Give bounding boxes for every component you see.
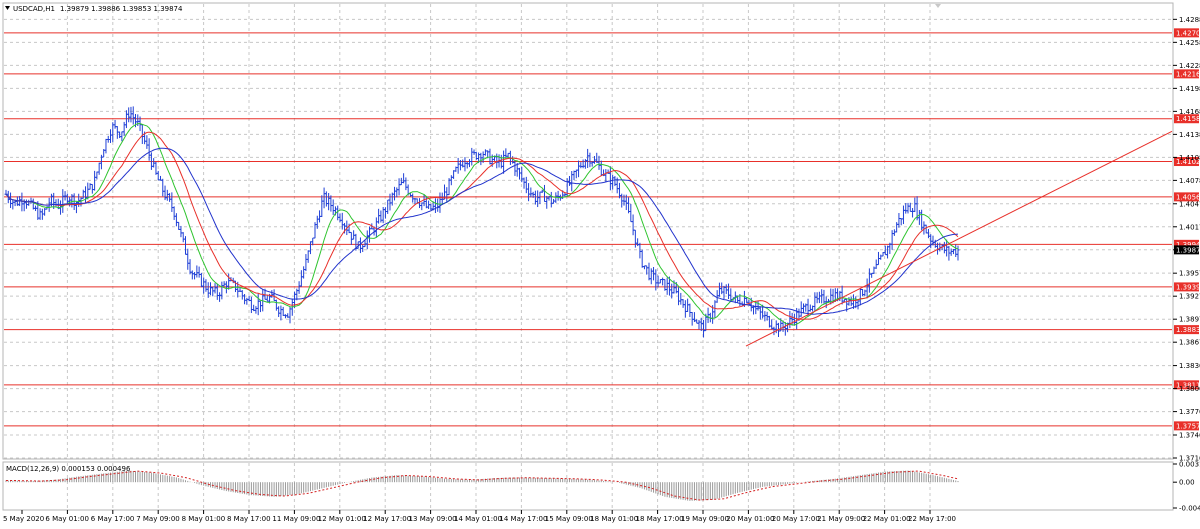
macd-tick-label: -0.00441 — [1179, 505, 1200, 513]
time-tick-label: 15 May 09:00 — [545, 515, 593, 523]
price-tick-label: 1.42880 — [1179, 16, 1200, 24]
chart-background — [0, 0, 1200, 527]
price-tick-label: 1.41380 — [1179, 131, 1200, 139]
chart-header: USDCAD,H1 1.39879 1.39886 1.39853 1.3987… — [5, 5, 183, 13]
time-tick-label: 21 May 09:00 — [817, 515, 865, 523]
time-tick-label: 14 May 01:00 — [454, 515, 502, 523]
level-label: 1.38834 — [1176, 326, 1200, 334]
price-tick-label: 1.41680 — [1179, 108, 1200, 116]
price-tick-label: 1.37765 — [1179, 408, 1200, 416]
price-tick-label: 1.40475 — [1179, 200, 1200, 208]
symbol-label: USDCAD,H1 — [13, 5, 55, 13]
level-label: 1.42169 — [1176, 70, 1200, 78]
time-tick-label: 20 May 01:00 — [726, 515, 774, 523]
price-tick-label: 1.38670 — [1179, 339, 1200, 347]
price-tick-label: 1.42280 — [1179, 62, 1200, 70]
time-tick-label: 12 May 17:00 — [363, 515, 411, 523]
macd-tick-label: 0.003107 — [1179, 461, 1200, 469]
price-tick-label: 1.37460 — [1179, 431, 1200, 439]
price-tick-label: 1.40780 — [1179, 177, 1200, 185]
level-label: 1.41584 — [1176, 115, 1200, 123]
time-tick-label: 6 May 01:00 — [45, 515, 89, 523]
time-tick-label: 8 May 17:00 — [227, 515, 271, 523]
price-tick-label: 1.41980 — [1179, 85, 1200, 93]
price-chart[interactable]: 1.427041.421691.415841.410261.405651.399… — [0, 0, 1200, 527]
price-tick-label: 1.40175 — [1179, 223, 1200, 231]
current-price-label: 1.39874 — [1176, 246, 1200, 254]
time-tick-label: 20 May 17:00 — [772, 515, 820, 523]
time-tick-label: 6 May 17:00 — [91, 515, 135, 523]
time-tick-label: 18 May 01:00 — [590, 515, 638, 523]
time-tick-label: 8 May 01:00 — [182, 515, 226, 523]
time-tick-label: 12 May 01:00 — [318, 515, 366, 523]
time-tick-label: 13 May 09:00 — [409, 515, 457, 523]
price-tick-label: 1.41080 — [1179, 154, 1200, 162]
time-tick-label: 5 May 2020 — [3, 515, 44, 523]
time-tick-label: 7 May 09:00 — [136, 515, 180, 523]
level-label: 1.37579 — [1176, 422, 1200, 430]
chart-window[interactable]: 1.427041.421691.415841.410261.405651.399… — [0, 0, 1200, 527]
time-tick-label: 22 May 01:00 — [863, 515, 911, 523]
time-tick-label: 18 May 17:00 — [636, 515, 684, 523]
time-tick-label: 19 May 09:00 — [681, 515, 729, 523]
price-tick-label: 1.38065 — [1179, 385, 1200, 393]
level-label: 1.39391 — [1176, 283, 1200, 291]
macd-label: MACD(12,26,9) 0.000153 0.000496 — [6, 465, 131, 473]
price-tick-label: 1.38365 — [1179, 362, 1200, 370]
time-tick-label: 14 May 17:00 — [499, 515, 547, 523]
macd-tick-label: 0.00 — [1179, 479, 1195, 487]
level-label: 1.42704 — [1176, 29, 1200, 37]
price-tick-label: 1.38970 — [1179, 316, 1200, 324]
time-tick-label: 11 May 09:00 — [272, 515, 320, 523]
time-tick-label: 22 May 17:00 — [908, 515, 956, 523]
ohlc-values: 1.39879 1.39886 1.39853 1.39874 — [60, 5, 183, 13]
price-tick-label: 1.39570 — [1179, 270, 1200, 278]
price-tick-label: 1.42580 — [1179, 39, 1200, 47]
price-tick-label: 1.39270 — [1179, 293, 1200, 301]
